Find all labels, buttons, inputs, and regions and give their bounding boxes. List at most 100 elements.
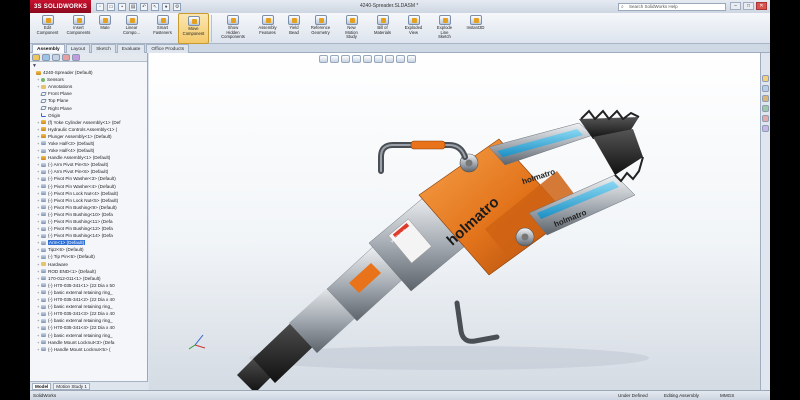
smart-fasteners-button[interactable]: Smart Fasteners	[147, 13, 178, 44]
solidworks-resources-icon[interactable]	[762, 75, 769, 82]
new-document-icon[interactable]: ▫	[96, 2, 105, 11]
tab-layout[interactable]: Layout	[65, 44, 91, 53]
tree-item[interactable]: + (-) Arm Pivot Pin<5> (Default)	[30, 161, 147, 168]
expand-toggle-icon[interactable]: +	[37, 262, 40, 267]
tree-item[interactable]: 4240-Spreader (Default)	[30, 69, 147, 76]
expand-toggle-icon[interactable]: +	[37, 212, 40, 217]
tree-item[interactable]: + (-) basic external retaining ring_	[30, 331, 147, 338]
tree-item[interactable]: + (-) Pivot Pin Bushing<9> (Default)	[30, 204, 147, 211]
tree-item[interactable]: Right Plane	[30, 104, 147, 111]
tree-item[interactable]: + ROD END<1> (Default)	[30, 268, 147, 275]
expand-toggle-icon[interactable]: +	[37, 240, 40, 245]
featuremanager-tab-icon[interactable]	[32, 54, 40, 61]
appearances-icon[interactable]	[762, 115, 769, 122]
tree-item[interactable]: Top Plane	[30, 97, 147, 104]
expand-toggle-icon[interactable]: +	[37, 333, 40, 338]
assembly-features-button[interactable]: Assembly Features	[252, 13, 283, 44]
select-icon[interactable]: ↖	[151, 2, 160, 11]
expand-toggle-icon[interactable]: +	[37, 155, 40, 160]
expand-toggle-icon[interactable]: +	[37, 198, 40, 203]
tree-item[interactable]: + (-) basic external retaining ring_	[30, 289, 147, 296]
mate-button[interactable]: Mate	[94, 13, 116, 44]
custom-properties-icon[interactable]	[762, 125, 769, 132]
tree-item[interactable]: + Arm<1> (Default)	[30, 239, 147, 246]
linear-component-pattern-button[interactable]: Linear Compo...	[116, 13, 147, 44]
tree-item[interactable]: + Sensors	[30, 76, 147, 83]
close-button[interactable]: ✕	[756, 2, 767, 10]
tab-motion-study[interactable]: Motion Study 1	[53, 382, 90, 390]
tree-item[interactable]: + (-) Pivot Pin Bushing<10> (Defa	[30, 211, 147, 218]
solidworks-logo[interactable]: 3S SOLIDWORKS	[30, 0, 92, 13]
tree-item[interactable]: + (-) Pivot Pin Washer<3> (Default)	[30, 175, 147, 182]
edit-component-button[interactable]: Edit Component	[32, 13, 63, 44]
tree-item[interactable]: + Hydraulic Controls Assembly<1> (	[30, 126, 147, 133]
tab-model[interactable]: Model	[32, 382, 52, 390]
tree-item[interactable]: + (-) Pivot Pin Bushing<14> (Defa	[30, 232, 147, 239]
save-icon[interactable]: ▪	[118, 2, 127, 11]
expand-toggle-icon[interactable]: +	[37, 141, 40, 146]
maximize-button[interactable]: □	[743, 2, 754, 10]
expand-toggle-icon[interactable]: +	[37, 84, 40, 89]
expand-toggle-icon[interactable]: +	[37, 283, 40, 288]
expand-toggle-icon[interactable]: +	[37, 269, 40, 274]
expand-toggle-icon[interactable]: +	[37, 162, 40, 167]
tree-item[interactable]: + Handle Assembly<1> (Default)	[30, 154, 147, 161]
expand-toggle-icon[interactable]: +	[37, 233, 40, 238]
tree-item[interactable]: +170-012-011<1> (Default)	[30, 275, 147, 282]
expand-toggle-icon[interactable]: +	[37, 120, 40, 125]
yield-bead-button[interactable]: Yield Bead	[283, 13, 305, 44]
new-motion-study-button[interactable]: New Motion Study	[336, 13, 367, 44]
minimize-button[interactable]: –	[730, 2, 741, 10]
tree-item[interactable]: + (-) Handle Mount Locknut<5> (	[30, 346, 147, 353]
tree-item[interactable]: + Handle Mount Locknut<3> (Defa	[30, 339, 147, 346]
expand-toggle-icon[interactable]: +	[37, 77, 40, 82]
display-manager-tab-icon[interactable]	[72, 54, 80, 61]
status-units[interactable]: MMGS	[720, 393, 734, 398]
view-palette-icon[interactable]	[762, 105, 769, 112]
exploded-view-button[interactable]: Exploded View	[398, 13, 429, 44]
graphics-area[interactable]: WARNING holmatro holmatro holmatro	[149, 53, 760, 390]
expand-toggle-icon[interactable]: +	[37, 169, 40, 174]
tree-item[interactable]: + (-) Arm Pivot Pin<6> (Default)	[30, 168, 147, 175]
move-component-button[interactable]: Move Component	[178, 13, 209, 44]
tree-item[interactable]: + (-) Pivot Pin Bushing<12> (Defa	[30, 225, 147, 232]
expand-toggle-icon[interactable]: +	[37, 176, 40, 181]
expand-toggle-icon[interactable]: +	[37, 148, 40, 153]
open-icon[interactable]: ▭	[107, 2, 116, 11]
show-hidden-components-button[interactable]: Show Hidden Components	[214, 13, 252, 44]
expand-toggle-icon[interactable]: +	[37, 318, 40, 323]
file-explorer-icon[interactable]	[762, 95, 769, 102]
expand-toggle-icon[interactable]: +	[37, 191, 40, 196]
instant3d-button[interactable]: Instant3D	[460, 13, 491, 44]
expand-toggle-icon[interactable]: +	[37, 247, 40, 252]
expand-toggle-icon[interactable]: +	[37, 311, 40, 316]
tree-item[interactable]: + (-) H70-035-341<4> (22 Dia x 40	[30, 324, 147, 331]
print-icon[interactable]: ▤	[129, 2, 138, 11]
options-icon[interactable]: ⚙	[173, 2, 182, 11]
configurationmanager-tab-icon[interactable]	[52, 54, 60, 61]
propertymanager-tab-icon[interactable]	[42, 54, 50, 61]
tree-item[interactable]: + (-) Tip Pin<6> (Default)	[30, 253, 147, 260]
tree-item[interactable]: Front Plane	[30, 90, 147, 97]
tree-item[interactable]: + (-) basic external retaining ring_	[30, 317, 147, 324]
expand-toggle-icon[interactable]: +	[37, 276, 40, 281]
expand-toggle-icon[interactable]: +	[37, 340, 40, 345]
bill-of-materials-button[interactable]: Bill of Materials	[367, 13, 398, 44]
help-search-input[interactable]: ⌕ Search SolidWorks Help	[618, 3, 726, 11]
tree-item[interactable]: + Annotations	[30, 83, 147, 90]
tree-item[interactable]: + (-) H70-035-341<3> (22 Dia x 40	[30, 310, 147, 317]
expand-toggle-icon[interactable]: +	[37, 347, 40, 352]
explode-line-sketch-button[interactable]: Explode Line Sketch	[429, 13, 460, 44]
tab-office-products[interactable]: Office Products	[146, 44, 190, 53]
tree-item[interactable]: + Hardware	[30, 261, 147, 268]
tree-item[interactable]: + (-) Pivot Pin Bushing<11> (Defa	[30, 218, 147, 225]
expand-toggle-icon[interactable]: +	[37, 226, 40, 231]
insert-components-button[interactable]: Insert Components	[63, 13, 94, 44]
tab-sketch[interactable]: Sketch	[91, 44, 116, 53]
expand-toggle-icon[interactable]: +	[37, 205, 40, 210]
tree-filter[interactable]: ▼	[30, 62, 147, 69]
rebuild-icon[interactable]: ●	[162, 2, 171, 11]
tree-item[interactable]: + Yoke Half<3> (Default)	[30, 140, 147, 147]
tree-item[interactable]: + (f) Yoke Cylinder Assembly<1> (Def	[30, 119, 147, 126]
expand-toggle-icon[interactable]: +	[37, 134, 40, 139]
